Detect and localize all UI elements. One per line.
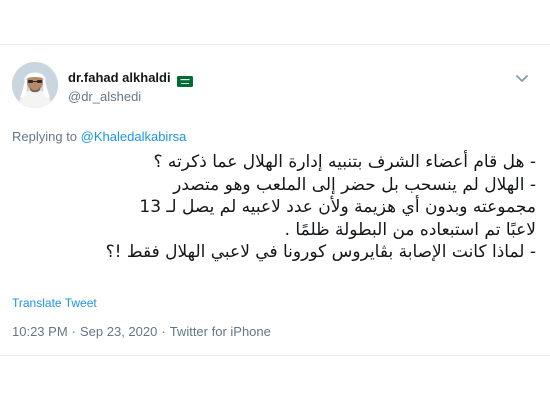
tweet-metadata: 10:23 PM · Sep 23, 2020 · Twitter for iP… xyxy=(12,324,271,339)
replying-to: Replying to @Khaledalkabirsa xyxy=(12,129,186,144)
tweet-date[interactable]: Sep 23, 2020 xyxy=(80,324,157,339)
avatar[interactable] xyxy=(12,62,58,108)
saudi-flag-icon xyxy=(176,72,193,87)
tweet-text-line: - لماذا كانت الإصابة بڤايروس كورونا في ل… xyxy=(105,242,536,262)
tweet-text-line: - هل قام أعضاء الشرف بتنبيه إدارة الهلال… xyxy=(153,152,537,172)
tweet-text-line: - الهلال لم ينسحب بل حضر إلى الملعب وهو … xyxy=(173,174,536,195)
tweet-text-line: لاعبًا تم استبعاده من البطولة ظلمًا . xyxy=(284,219,536,240)
replying-prefix: Replying to xyxy=(12,129,78,144)
tweet-text-line: مجموعته وبدون أي هزيمة ولأن عدد لاعبيه ل… xyxy=(139,197,536,217)
author-display-name[interactable]: dr.fahad alkhaldi xyxy=(68,70,171,85)
tweet-text: - هل قام أعضاء الشرف بتنبيه إدارة الهلال… xyxy=(16,151,536,264)
tweet-time[interactable]: 10:23 PM xyxy=(12,324,68,339)
meta-separator: · xyxy=(71,324,76,339)
translate-tweet-link[interactable]: Translate Tweet xyxy=(12,296,97,310)
reply-mention-link[interactable]: @Khaledalkabirsa xyxy=(81,129,187,144)
tweet-source: Twitter for iPhone xyxy=(169,324,271,339)
chevron-down-icon[interactable] xyxy=(514,70,530,86)
meta-separator: · xyxy=(161,324,166,339)
author-handle[interactable]: @dr_alshedi xyxy=(68,89,141,104)
author-name-row[interactable]: dr.fahad alkhaldi xyxy=(68,70,193,87)
